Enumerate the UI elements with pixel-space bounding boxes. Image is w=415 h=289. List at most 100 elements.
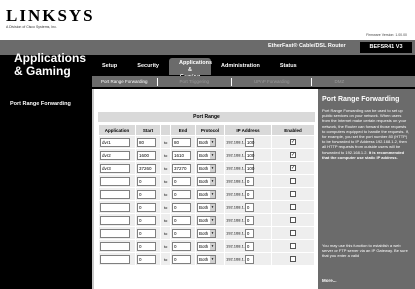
protocol-select[interactable]: Both ▼	[197, 215, 216, 225]
ip-last-octet-input[interactable]: 0	[244, 202, 254, 212]
firmware-version: Firmware Version: 1.00.00	[366, 33, 407, 37]
table-row: 0 to 0 Both ▼ 192.168.1. 0	[99, 240, 314, 252]
end-port-input[interactable]: 37270	[172, 163, 191, 173]
end-port-input[interactable]: 0	[172, 176, 191, 186]
ip-last-octet-input[interactable]: 0	[244, 228, 254, 238]
application-input[interactable]	[100, 189, 130, 199]
table-row: dvr3 37260 to 37270 Both ▼ 192.168.1. 100 ✓	[99, 162, 314, 174]
logo-tagline: A Division of Cisco Systems, Inc.	[6, 25, 57, 29]
ip-last-octet-input[interactable]: 0	[244, 241, 254, 251]
col-enabled: Enabled	[272, 125, 314, 135]
start-port-input[interactable]: 0	[137, 254, 156, 264]
help-more-link[interactable]: More...	[322, 278, 337, 283]
model-badge: BEFSR41 V3	[360, 42, 412, 53]
tab-setup[interactable]: Setup	[92, 58, 127, 75]
protocol-value: Both	[199, 243, 209, 249]
chevron-down-icon: ▼	[210, 151, 215, 159]
application-input[interactable]	[100, 254, 130, 264]
start-port-input[interactable]: 80	[137, 137, 156, 147]
end-port-input[interactable]: 0	[172, 254, 191, 264]
protocol-select[interactable]: Both ▼	[197, 254, 216, 264]
col-start: Start	[136, 125, 160, 135]
enabled-checkbox[interactable]	[290, 191, 296, 197]
header: LINKSYS A Division of Cisco Systems, Inc…	[0, 0, 415, 40]
start-port-input[interactable]: 0	[137, 241, 156, 251]
end-port-input[interactable]: 0	[172, 241, 191, 251]
port-range-title: Port Range	[98, 112, 315, 122]
ip-prefix: 192.168.1.	[226, 204, 245, 210]
chevron-down-icon: ▼	[210, 138, 215, 146]
protocol-select[interactable]: Both ▼	[197, 163, 216, 173]
table-row: dvr1 80 to 80 Both ▼ 192.168.1. 100 ✓	[99, 136, 314, 148]
enabled-checkbox[interactable]: ✓	[290, 152, 296, 158]
tab-status[interactable]: Status	[270, 58, 307, 75]
left-section-label: Port Range Forwarding	[10, 101, 71, 107]
tab-security[interactable]: Security	[127, 58, 169, 75]
end-port-input[interactable]: 0	[172, 228, 191, 238]
subtab-dmz[interactable]: DMZ	[312, 79, 353, 84]
to-label: to	[164, 204, 168, 210]
application-input[interactable]	[100, 176, 130, 186]
enabled-checkbox[interactable]: ✓	[290, 139, 296, 145]
subtab-port-triggering[interactable]: Port Triggering	[158, 79, 232, 84]
application-input[interactable]	[100, 241, 130, 251]
application-input[interactable]: dvr1	[100, 137, 130, 147]
protocol-select[interactable]: Both ▼	[197, 176, 216, 186]
application-input[interactable]	[100, 202, 130, 212]
application-input[interactable]: dvr2	[100, 150, 130, 160]
enabled-checkbox[interactable]	[290, 243, 296, 249]
start-port-input[interactable]: 0	[137, 202, 156, 212]
protocol-value: Both	[199, 178, 209, 184]
protocol-select[interactable]: Both ▼	[197, 228, 216, 238]
ip-last-octet-input[interactable]: 0	[244, 176, 254, 186]
table-row: 0 to 0 Both ▼ 192.168.1. 0	[99, 201, 314, 213]
start-port-input[interactable]: 0	[137, 176, 156, 186]
end-port-input[interactable]: 80	[172, 137, 191, 147]
end-port-input[interactable]: 0	[172, 202, 191, 212]
enabled-checkbox[interactable]	[290, 204, 296, 210]
subtab-upnp-forwarding[interactable]: UPnP Forwarding	[232, 79, 311, 84]
end-port-input[interactable]: 1610	[172, 150, 191, 160]
sub-tabs: Port Range Forwarding Port Triggering UP…	[92, 76, 415, 87]
subtab-port-range-forwarding[interactable]: Port Range Forwarding	[92, 79, 157, 84]
chevron-down-icon: ▼	[210, 216, 215, 224]
chevron-down-icon: ▼	[210, 164, 215, 172]
tab-administration[interactable]: Administration	[211, 58, 270, 75]
protocol-select[interactable]: Both ▼	[197, 150, 216, 160]
ip-prefix: 192.168.1.	[226, 165, 245, 171]
to-label: to	[164, 152, 168, 158]
enabled-checkbox[interactable]	[290, 256, 296, 262]
ip-last-octet-input[interactable]: 0	[244, 189, 254, 199]
ip-last-octet-input[interactable]: 100	[244, 137, 254, 147]
protocol-select[interactable]: Both ▼	[197, 241, 216, 251]
ip-prefix: 192.168.1.	[226, 230, 245, 236]
end-port-input[interactable]: 0	[172, 215, 191, 225]
ip-last-octet-input[interactable]: 100	[244, 150, 254, 160]
protocol-value: Both	[199, 165, 209, 171]
table-row: 0 to 0 Both ▼ 192.168.1. 0	[99, 188, 314, 200]
protocol-select[interactable]: Both ▼	[197, 202, 216, 212]
application-input[interactable]: dvr3	[100, 163, 130, 173]
ip-last-octet-input[interactable]: 0	[244, 254, 254, 264]
application-input[interactable]	[100, 215, 130, 225]
table-row: dvr2 1600 to 1610 Both ▼ 192.168.1. 100 ✓	[99, 149, 314, 161]
to-label: to	[164, 191, 168, 197]
ip-last-octet-input[interactable]: 100	[244, 163, 254, 173]
col-to	[161, 125, 170, 135]
enabled-checkbox[interactable]: ✓	[290, 165, 296, 171]
left-column	[0, 89, 92, 289]
ip-last-octet-input[interactable]: 0	[244, 215, 254, 225]
end-port-input[interactable]: 0	[172, 189, 191, 199]
protocol-select[interactable]: Both ▼	[197, 189, 216, 199]
start-port-input[interactable]: 0	[137, 215, 156, 225]
enabled-checkbox[interactable]	[290, 230, 296, 236]
protocol-select[interactable]: Both ▼	[197, 137, 216, 147]
application-input[interactable]	[100, 228, 130, 238]
start-port-input[interactable]: 1600	[137, 150, 156, 160]
tab-applications-gaming[interactable]: Applications & Gaming	[169, 58, 212, 80]
start-port-input[interactable]: 0	[137, 189, 156, 199]
enabled-checkbox[interactable]	[290, 178, 296, 184]
start-port-input[interactable]: 0	[137, 228, 156, 238]
start-port-input[interactable]: 37260	[137, 163, 156, 173]
enabled-checkbox[interactable]	[290, 217, 296, 223]
